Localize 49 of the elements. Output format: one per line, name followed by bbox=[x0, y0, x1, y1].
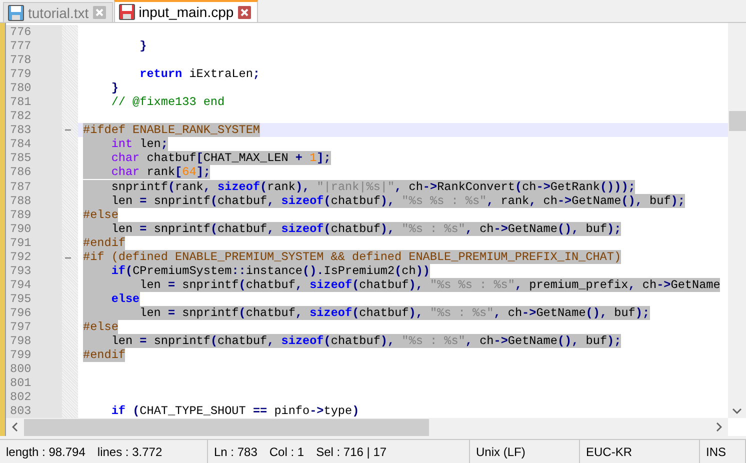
close-icon[interactable] bbox=[92, 6, 106, 19]
status-text: Sel : 716 | 17 bbox=[316, 445, 387, 459]
line-number: 800 bbox=[10, 362, 32, 376]
line-number: 781 bbox=[10, 95, 32, 110]
scroll-down-icon[interactable] bbox=[732, 408, 742, 414]
line-number: 801 bbox=[10, 376, 32, 390]
line-number: 777 bbox=[10, 39, 32, 54]
line-number: 797 bbox=[10, 320, 32, 334]
tab[interactable]: input_main.cpp bbox=[114, 0, 258, 22]
status-text: Ln : 783 bbox=[214, 445, 258, 459]
scroll-right-icon[interactable] bbox=[716, 422, 722, 432]
line-number: 785 bbox=[10, 151, 32, 166]
line-number: 784 bbox=[10, 137, 32, 152]
line-number: 789 bbox=[10, 208, 32, 222]
line-number: 802 bbox=[10, 390, 32, 404]
code-line: } bbox=[138, 39, 147, 54]
code-line: } bbox=[110, 81, 118, 96]
line-number: 776 bbox=[10, 25, 32, 40]
line-number: 795 bbox=[10, 292, 32, 306]
code-line: if (CHAT_TYPE_SHOUT == pinfo->type) bbox=[110, 404, 360, 418]
code-line: // @fixme133 end bbox=[110, 95, 225, 110]
line-number: 783 bbox=[10, 123, 32, 138]
line-number: 787 bbox=[10, 180, 32, 194]
line-number: 779 bbox=[10, 67, 32, 82]
line-number: 790 bbox=[10, 222, 32, 236]
scroll-left-icon[interactable] bbox=[12, 422, 18, 432]
line-number: 791 bbox=[10, 236, 32, 250]
scrollbar-thumb[interactable] bbox=[728, 111, 746, 131]
status-text: EUC-KR bbox=[586, 445, 632, 459]
status-text: Unix (LF) bbox=[476, 445, 526, 459]
line-number: 786 bbox=[10, 165, 32, 180]
line-number: 778 bbox=[10, 53, 32, 68]
line-number: 803 bbox=[10, 404, 32, 418]
line-number: 780 bbox=[10, 81, 32, 96]
status-text: INS bbox=[706, 445, 726, 459]
line-number: 793 bbox=[10, 264, 32, 278]
line-number: 782 bbox=[10, 109, 32, 124]
status-text: lines : 3.772 bbox=[97, 445, 162, 459]
scrollbar-thumb[interactable] bbox=[24, 418, 429, 436]
status-text: Col : 1 bbox=[269, 445, 304, 459]
line-number: 799 bbox=[10, 348, 32, 362]
line-number: 792 bbox=[10, 250, 32, 264]
status-text: length : 98.794 bbox=[6, 445, 86, 459]
code-line: return iExtraLen; bbox=[138, 67, 260, 82]
line-number: 796 bbox=[10, 306, 32, 320]
close-icon[interactable] bbox=[238, 6, 251, 18]
line-number: 788 bbox=[10, 194, 32, 208]
line-number: 794 bbox=[10, 278, 32, 292]
line-number: 798 bbox=[10, 334, 32, 348]
